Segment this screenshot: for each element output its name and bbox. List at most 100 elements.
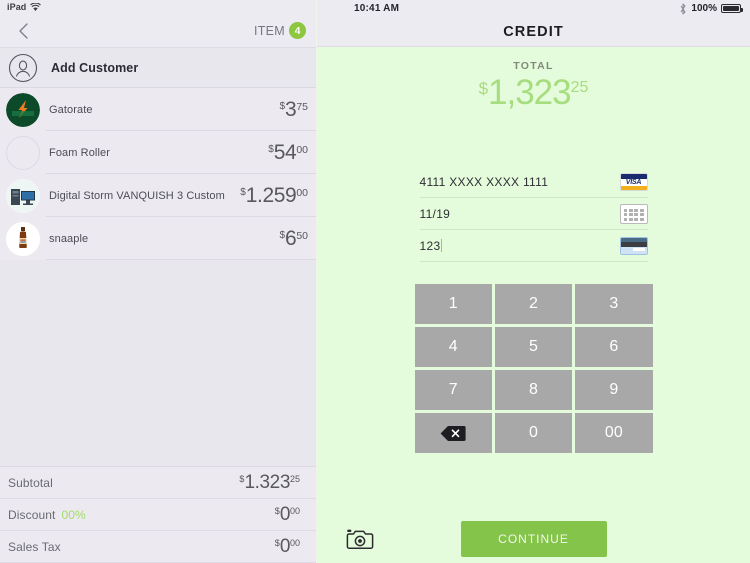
gatorade-logo-thumb — [6, 92, 40, 127]
item-count-group: ITEM 4 — [254, 22, 306, 39]
cvv-field[interactable]: 123 — [419, 230, 648, 262]
totals-section: Subtotal $ 1.323 25 Discount 00% $ 0 00 — [0, 466, 316, 563]
discount-value: $ 0 00 — [275, 505, 308, 524]
cart-item-price: $ 54 00 — [268, 142, 316, 163]
status-indicators: 100% — [679, 2, 743, 15]
key-7[interactable]: 7 — [414, 370, 492, 410]
cart-item-name: Foam Roller — [49, 146, 111, 159]
discount-text: Discount — [8, 507, 56, 522]
price-amount: 0 — [279, 536, 291, 557]
card-entry-fields: 4111 XXXX XXXX 1111 VISA 11/19 123 — [419, 166, 648, 262]
wifi-icon — [30, 2, 42, 11]
cart-item-name: snaaple — [49, 232, 89, 245]
cart-item-price: $ 1.259 00 — [240, 185, 316, 206]
discount-label: Discount 00% — [8, 508, 86, 522]
key-4[interactable]: 4 — [414, 327, 492, 367]
discount-row[interactable]: Discount 00% $ 0 00 — [0, 499, 316, 531]
price-cents: 25 — [289, 474, 300, 484]
bluetooth-icon — [680, 2, 686, 15]
cart-row[interactable]: Foam Roller $ 54 00 — [0, 131, 316, 174]
bottom-action-bar: CONTINUE — [317, 521, 750, 557]
key-backspace[interactable] — [414, 413, 492, 453]
card-back-cvv-icon — [619, 236, 648, 255]
card-number-field[interactable]: 4111 XXXX XXXX 1111 VISA — [419, 166, 648, 198]
cart-item-price: $ 3 75 — [279, 99, 316, 120]
subtotal-row: Subtotal $ 1.323 25 — [0, 467, 316, 499]
item-count-badge: 4 — [289, 22, 306, 39]
status-time: 10:41 AM — [354, 3, 400, 14]
empty-circle-thumb — [6, 135, 40, 170]
price-amount: 6 — [285, 227, 297, 250]
visa-card-icon: VISA — [619, 172, 648, 191]
currency-symbol: $ — [478, 79, 489, 98]
cart-item-name: Gatorate — [49, 103, 93, 116]
camera-icon[interactable] — [345, 527, 375, 551]
key-9[interactable]: 9 — [575, 370, 653, 410]
person-circle-icon — [8, 53, 38, 82]
add-customer-label: Add Customer — [51, 60, 139, 75]
item-label: ITEM — [253, 23, 285, 38]
cart-item-price: $ 6 50 — [279, 228, 316, 249]
subtotal-label: Subtotal — [8, 475, 53, 490]
cart-empty-space — [0, 260, 316, 466]
credit-payment-panel: 10:41 AM 100% CREDIT TOTAL $ 1,323 25 41… — [316, 0, 750, 563]
cvv-value: 123 — [420, 239, 443, 253]
cart-row[interactable]: Digital Storm VANQUISH 3 Custom $ 1.259 … — [0, 174, 316, 217]
cvv-text: 123 — [419, 238, 441, 253]
desktop-pc-thumb — [6, 178, 40, 213]
cart-panel: iPad ITEM 4 Add Customer Gatorate $ 3 75… — [0, 0, 316, 563]
numeric-keypad: 1 2 3 4 5 6 7 8 9 0 00 — [414, 284, 653, 453]
key-0[interactable]: 0 — [494, 413, 573, 453]
battery-percent: 100% — [691, 3, 717, 14]
price-amount: 0 — [279, 504, 291, 525]
price-cents: 00 — [289, 506, 300, 516]
backspace-icon — [440, 425, 466, 441]
cart-row[interactable]: snaaple $ 6 50 — [0, 217, 316, 260]
battery-icon — [721, 4, 743, 13]
cart-item-name: Digital Storm VANQUISH 3 Custom — [49, 189, 225, 202]
total-caption: TOTAL — [513, 60, 554, 72]
key-1[interactable]: 1 — [414, 284, 492, 324]
cart-row[interactable]: Gatorate $ 3 75 — [0, 88, 316, 131]
cart-header: ITEM 4 — [0, 14, 316, 48]
sales-tax-label: Sales Tax — [8, 539, 61, 554]
price-cents: 00 — [289, 538, 300, 548]
price-cents: 00 — [296, 187, 308, 199]
payment-title-bar: CREDIT — [317, 17, 750, 47]
discount-percent: 00% — [61, 507, 86, 522]
price-cents: 75 — [296, 101, 308, 113]
right-status-bar: 10:41 AM 100% — [317, 0, 750, 17]
card-number-value: 4111 XXXX XXXX 1111 — [419, 174, 549, 189]
back-button[interactable] — [14, 19, 34, 43]
text-cursor — [441, 239, 443, 252]
sales-tax-value: $ 0 00 — [275, 537, 308, 556]
key-5[interactable]: 5 — [494, 327, 573, 367]
key-3[interactable]: 3 — [575, 284, 653, 324]
price-cents: 50 — [296, 230, 308, 242]
price-amount: 1.259 — [245, 184, 297, 207]
device-label: iPad — [7, 2, 27, 12]
sales-tax-row: Sales Tax $ 0 00 — [0, 531, 316, 563]
cart-item-list: Gatorate $ 3 75 Foam Roller $ 54 00 Digi… — [0, 88, 316, 260]
add-customer-button[interactable]: Add Customer — [0, 48, 316, 88]
page-title: CREDIT — [503, 23, 564, 40]
expiry-date-value: 11/19 — [419, 206, 451, 221]
key-2[interactable]: 2 — [494, 284, 573, 324]
total-amount: $ 1,323 25 — [317, 75, 750, 110]
subtotal-value: $ 1.323 25 — [239, 473, 308, 492]
total-amount-cents: 25 — [570, 79, 589, 96]
price-amount: 54 — [273, 141, 297, 164]
pos-screen: iPad ITEM 4 Add Customer Gatorate $ 3 75… — [0, 0, 750, 563]
key-double-zero[interactable]: 00 — [575, 413, 653, 453]
continue-button[interactable]: CONTINUE — [460, 521, 607, 557]
key-6[interactable]: 6 — [575, 327, 653, 367]
total-display: TOTAL $ 1,323 25 — [317, 47, 750, 110]
key-8[interactable]: 8 — [494, 370, 573, 410]
price-cents: 00 — [296, 144, 308, 156]
price-amount: 3 — [285, 98, 297, 121]
bottle-thumb — [6, 221, 40, 256]
total-amount-main: 1,323 — [488, 73, 572, 112]
calendar-icon — [619, 203, 648, 224]
expiry-date-field[interactable]: 11/19 — [419, 198, 648, 230]
price-amount: 1.323 — [244, 472, 290, 493]
